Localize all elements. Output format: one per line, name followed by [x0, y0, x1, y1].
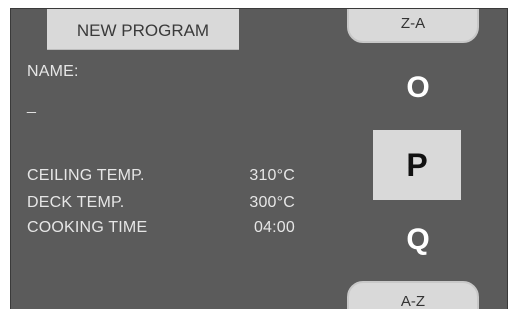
letter-option-prev[interactable]: O — [375, 71, 461, 105]
oven-display-screen: NEW PROGRAM NAME: _ CEILING TEMP. 310°C … — [10, 8, 508, 309]
deck-temp-label: DECK TEMP. — [27, 194, 125, 211]
cooking-time-value[interactable]: 04:00 — [207, 219, 295, 237]
new-program-button[interactable]: NEW PROGRAM — [47, 9, 239, 50]
sort-a-z-button[interactable]: A-Z — [347, 281, 479, 309]
ceiling-temp-value[interactable]: 310°C — [207, 167, 295, 185]
sort-z-a-button[interactable]: Z-A — [347, 9, 479, 43]
name-label: NAME: — [27, 63, 79, 80]
letter-option-next[interactable]: Q — [375, 223, 461, 257]
deck-temp-value[interactable]: 300°C — [207, 194, 295, 212]
letter-option-selected[interactable]: P — [373, 130, 461, 200]
ceiling-temp-label: CEILING TEMP. — [27, 167, 145, 184]
name-input[interactable]: _ — [27, 97, 36, 115]
cooking-time-label: COOKING TIME — [27, 219, 148, 236]
